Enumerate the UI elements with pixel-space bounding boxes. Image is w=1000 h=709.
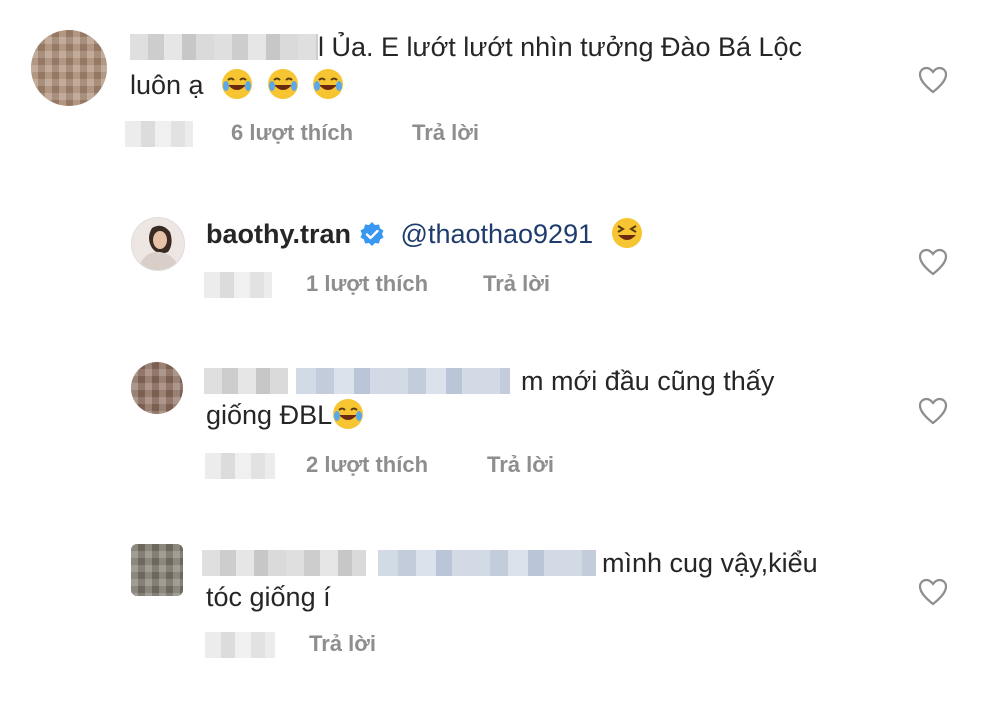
heart-icon[interactable] <box>918 578 948 606</box>
likes-count[interactable]: 6 lượt thích <box>231 120 353 146</box>
verified-badge-icon <box>360 222 384 246</box>
redacted-timestamp <box>204 272 272 298</box>
avatar-photo <box>132 218 184 270</box>
redacted-timestamp <box>125 121 193 147</box>
avatar[interactable] <box>131 217 185 271</box>
mention-link[interactable]: @thaothao9291 <box>401 219 594 249</box>
avatar[interactable] <box>131 362 183 414</box>
avatar[interactable] <box>131 544 183 596</box>
redacted-username[interactable] <box>202 550 366 576</box>
heart-icon[interactable] <box>918 397 948 425</box>
comment-text-line1: mình cug vậy,kiểu <box>602 548 818 578</box>
joy-emoji <box>267 69 298 99</box>
joy-emoji <box>222 69 253 99</box>
username[interactable]: baothy.tran <box>206 219 351 249</box>
comment-3: m mới đầu cũng thấy giống ĐBL 2 lượt thí… <box>0 350 1000 490</box>
comment-1: l Ủa. E lướt lướt nhìn tưởng Đào Bá Lộc … <box>0 0 1000 170</box>
comment-text-line2: giống ĐBL <box>206 398 364 432</box>
comment-text: giống ĐBL <box>206 400 333 430</box>
reply-button[interactable]: Trả lời <box>483 271 550 297</box>
comment-text-line2: luôn ạ <box>130 68 344 102</box>
comment-4: mình cug vậy,kiểu tóc giống í Trả lời <box>0 530 1000 680</box>
comment-2: baothy.tran @thaothao9291 1 lượt thích T… <box>0 200 1000 320</box>
reply-button[interactable]: Trả lời <box>487 452 554 478</box>
redacted-mention[interactable] <box>378 550 596 576</box>
redacted-mention[interactable] <box>296 368 510 394</box>
joy-emoji <box>313 69 344 99</box>
heart-icon[interactable] <box>918 66 948 94</box>
avatar-pixelation <box>31 30 107 106</box>
comment-text-line2: tóc giống í <box>206 582 331 612</box>
comment-text-line1: m mới đầu cũng thấy <box>521 366 775 396</box>
avatar[interactable] <box>31 30 107 106</box>
likes-count[interactable]: 1 lượt thích <box>306 271 428 297</box>
comment-text-line1: l Ủa. E lướt lướt nhìn tưởng Đào Bá Lộc <box>318 32 803 62</box>
avatar-pixelation <box>131 362 183 414</box>
reply-button[interactable]: Trả lời <box>309 631 376 657</box>
likes-count[interactable]: 2 lượt thích <box>306 452 428 478</box>
laughing-emoji <box>611 218 642 248</box>
redacted-timestamp <box>205 632 275 658</box>
heart-icon[interactable] <box>918 248 948 276</box>
avatar-pixelation <box>131 544 183 596</box>
reply-button[interactable]: Trả lời <box>412 120 479 146</box>
redacted-username[interactable] <box>130 34 318 60</box>
joy-emoji <box>333 399 364 429</box>
comment-text: luôn ạ <box>130 70 204 100</box>
redacted-timestamp <box>205 453 275 479</box>
redacted-username[interactable] <box>204 368 288 394</box>
comment-text-line1: baothy.tran @thaothao9291 <box>206 217 643 251</box>
